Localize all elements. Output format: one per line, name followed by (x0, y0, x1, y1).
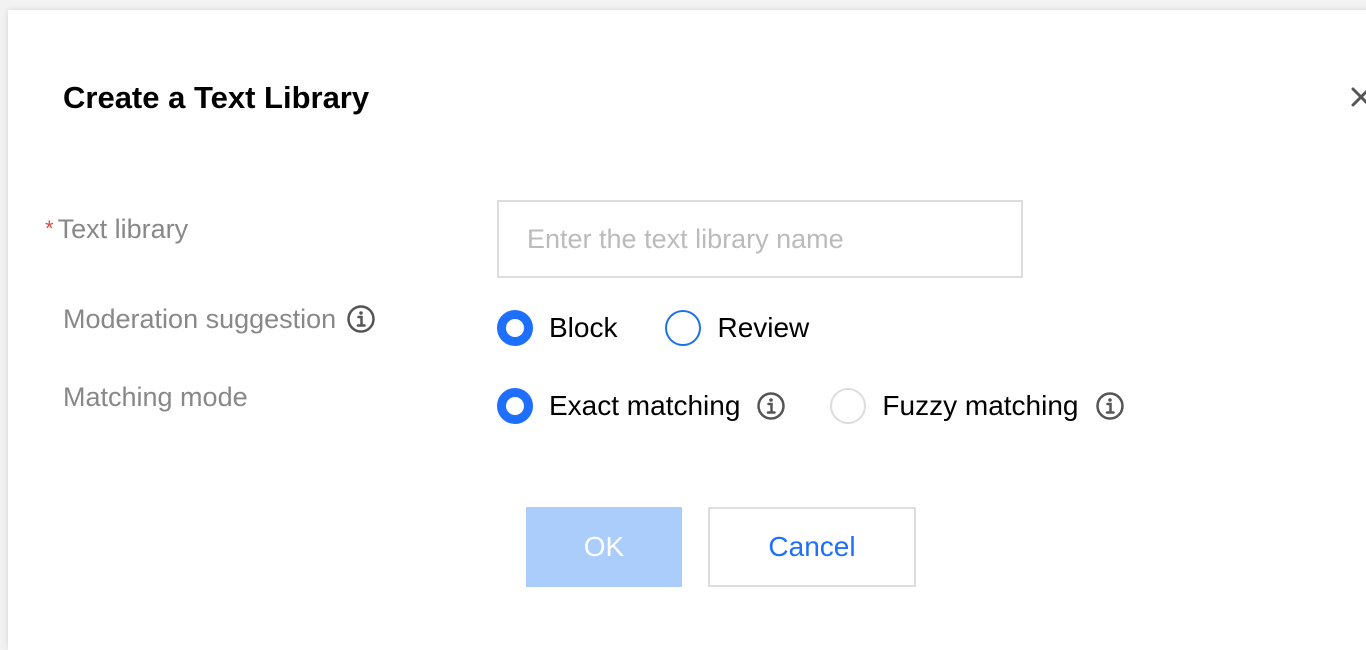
moderation-radio-group: Block Review (497, 310, 857, 346)
radio-review-label: Review (717, 312, 810, 343)
radio-block-circle[interactable] (497, 310, 533, 346)
dialog-title: Create a Text Library (63, 80, 370, 115)
radio-review[interactable]: Review (665, 310, 809, 346)
cancel-button[interactable]: Cancel (708, 507, 916, 587)
text-library-label-text: Text library (57, 214, 189, 244)
required-mark: * (45, 216, 54, 241)
radio-fuzzy-matching[interactable]: Fuzzy matching (830, 388, 1124, 424)
info-icon[interactable] (346, 304, 376, 334)
ok-button[interactable]: OK (526, 507, 682, 587)
matching-mode-label-text: Matching mode (63, 382, 248, 412)
matching-radio-group: Exact matching Fuzzy matching (497, 388, 1173, 424)
create-text-library-dialog: Create a Text Library * Text library Mod… (8, 10, 1366, 650)
radio-fuzzy-label: Fuzzy matching (882, 390, 1079, 421)
close-icon[interactable] (1346, 82, 1366, 112)
radio-block-label: Block (549, 312, 618, 343)
info-icon[interactable] (756, 391, 786, 421)
text-library-name-input[interactable] (497, 200, 1023, 278)
text-library-label: * Text library (45, 211, 188, 247)
radio-exact-label: Exact matching (549, 390, 741, 421)
radio-exact-matching[interactable]: Exact matching (497, 388, 786, 424)
matching-mode-label: Matching mode (63, 379, 248, 415)
moderation-suggestion-label: Moderation suggestion (63, 301, 376, 337)
radio-review-circle[interactable] (665, 310, 702, 346)
radio-block[interactable]: Block (497, 310, 617, 346)
info-icon[interactable] (1095, 391, 1125, 421)
radio-exact-circle[interactable] (497, 388, 533, 424)
moderation-suggestion-label-text: Moderation suggestion (63, 304, 337, 334)
radio-fuzzy-circle[interactable] (830, 388, 867, 424)
